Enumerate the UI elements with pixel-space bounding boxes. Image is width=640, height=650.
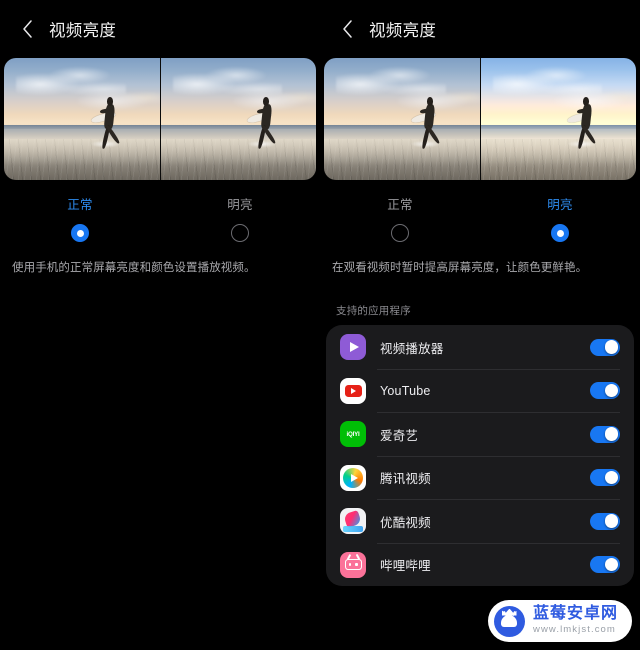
app-name: YouTube bbox=[380, 383, 431, 398]
torso bbox=[103, 103, 116, 129]
head bbox=[426, 96, 434, 106]
app-toggle[interactable] bbox=[590, 512, 620, 530]
app-row[interactable]: 腾讯视频 bbox=[330, 455, 630, 500]
option-description: 使用手机的正常屏幕亮度和颜色设置播放视频。 bbox=[12, 262, 256, 274]
app-name: 哔哩哔哩 bbox=[380, 559, 431, 573]
app-row[interactable]: iQIYI 爱奇艺 bbox=[330, 412, 630, 456]
app-row[interactable]: 优酷视频 bbox=[330, 499, 630, 543]
youku-icon bbox=[340, 508, 366, 534]
preview-images bbox=[4, 58, 316, 180]
app-toggle[interactable] bbox=[590, 469, 620, 486]
preview-image-left bbox=[4, 58, 160, 180]
back-button[interactable] bbox=[14, 16, 40, 42]
supported-apps-section: 支持的应用程序 视频播放器 YouTube iQIYI 爱奇艺 腾讯视频 优酷视… bbox=[320, 303, 640, 587]
toggle-knob bbox=[604, 514, 619, 528]
preview-image-right bbox=[160, 58, 316, 180]
option-label: 明亮 bbox=[547, 198, 573, 212]
surfer-silhouette bbox=[410, 95, 447, 151]
torso bbox=[423, 103, 436, 129]
option-label: 正常 bbox=[387, 198, 413, 212]
head bbox=[106, 96, 114, 106]
surfer-silhouette bbox=[246, 95, 283, 151]
brightness-options: 正常 明亮 bbox=[0, 194, 320, 242]
toggle-knob bbox=[604, 383, 619, 398]
back-button[interactable] bbox=[334, 16, 360, 42]
site-watermark: 蓝莓安卓网 www.lmkjst.com bbox=[487, 600, 632, 642]
radio-normal[interactable] bbox=[71, 224, 89, 242]
header-bar: 视频亮度 bbox=[0, 0, 320, 58]
wet-sand-reflection bbox=[4, 138, 160, 166]
bilibili-icon bbox=[340, 551, 366, 578]
option-label: 正常 bbox=[67, 198, 93, 212]
beach-scene-normal bbox=[161, 58, 316, 180]
wet-sand-reflection bbox=[324, 138, 480, 166]
app-toggle[interactable] bbox=[590, 556, 620, 573]
torso bbox=[580, 103, 592, 129]
preview-images bbox=[324, 58, 636, 180]
option-label: 明亮 bbox=[227, 198, 253, 212]
beach-scene-bright bbox=[481, 58, 636, 180]
app-row[interactable]: 视频播放器 bbox=[330, 325, 630, 369]
beach-scene-normal bbox=[4, 58, 160, 180]
toggle-knob bbox=[604, 557, 619, 572]
watermark-text: 蓝莓安卓网 www.lmkjst.com bbox=[532, 605, 618, 636]
app-toggle[interactable] bbox=[590, 338, 620, 356]
toggle-knob bbox=[604, 470, 619, 485]
beach-scene-normal bbox=[324, 58, 480, 180]
page-title: 视频亮度 bbox=[369, 22, 437, 40]
app-toggle[interactable] bbox=[590, 425, 620, 443]
panel-bright: 视频亮度 正常 明亮 在观看视频时暂时提高屏幕亮度，让颜色更鲜艳。 支持的应用程… bbox=[320, 0, 640, 650]
radio-dot bbox=[397, 230, 404, 237]
app-name: 视频播放器 bbox=[380, 341, 444, 356]
option-normal[interactable]: 正常 bbox=[0, 194, 160, 242]
wet-sand-reflection bbox=[161, 138, 316, 166]
app-name: 优酷视频 bbox=[380, 515, 431, 530]
video-brightness-comparison-screen: 视频亮度 正常 明亮 使用手机的正常屏幕亮度和颜色设置播放视频。 视频亮度 正常… bbox=[0, 0, 640, 650]
radio-normal[interactable] bbox=[391, 224, 409, 242]
watermark-title: 蓝莓安卓网 bbox=[532, 605, 618, 623]
preview-image-left bbox=[324, 58, 480, 180]
radio-dot bbox=[237, 230, 244, 237]
youtube-icon bbox=[340, 377, 366, 404]
option-description: 在观看视频时暂时提高屏幕亮度，让颜色更鲜艳。 bbox=[332, 262, 588, 274]
surfer-silhouette bbox=[566, 95, 603, 151]
brightness-options: 正常 明亮 bbox=[320, 194, 640, 242]
toggle-knob bbox=[604, 427, 619, 441]
app-name: 爱奇艺 bbox=[380, 428, 419, 443]
chevron-left-icon bbox=[21, 19, 34, 39]
radio-bright[interactable] bbox=[231, 224, 249, 242]
tencent-video-icon bbox=[340, 464, 366, 491]
app-row[interactable]: YouTube bbox=[330, 368, 630, 413]
android-robot-icon bbox=[493, 605, 525, 637]
app-name: 腾讯视频 bbox=[380, 472, 431, 486]
radio-dot bbox=[76, 229, 84, 237]
app-toggle[interactable] bbox=[590, 382, 620, 399]
option-bright[interactable]: 明亮 bbox=[480, 194, 640, 242]
supported-apps-card: 视频播放器 YouTube iQIYI 爱奇艺 腾讯视频 优酷视频 哔哩哔哩 bbox=[326, 325, 634, 587]
chevron-left-icon bbox=[341, 19, 354, 39]
iqiyi-icon-text: iQIYI bbox=[346, 430, 360, 438]
option-bright[interactable]: 明亮 bbox=[160, 194, 320, 242]
surfer-silhouette bbox=[90, 95, 127, 151]
wet-sand-reflection bbox=[481, 138, 636, 166]
preview-image-right bbox=[480, 58, 636, 180]
header-bar: 视频亮度 bbox=[320, 0, 640, 58]
supported-apps-caption: 支持的应用程序 bbox=[336, 305, 411, 318]
torso bbox=[260, 103, 272, 129]
option-normal[interactable]: 正常 bbox=[320, 194, 480, 242]
radio-dot bbox=[556, 229, 564, 237]
iqiyi-icon: iQIYI bbox=[340, 421, 366, 447]
page-title: 视频亮度 bbox=[49, 22, 117, 40]
radio-bright[interactable] bbox=[551, 224, 569, 242]
video-player-icon bbox=[340, 334, 366, 360]
panel-normal: 视频亮度 正常 明亮 使用手机的正常屏幕亮度和颜色设置播放视频。 bbox=[0, 0, 320, 650]
watermark-url: www.lmkjst.com bbox=[532, 624, 616, 636]
toggle-knob bbox=[604, 340, 619, 354]
app-row[interactable]: 哔哩哔哩 bbox=[330, 542, 630, 587]
